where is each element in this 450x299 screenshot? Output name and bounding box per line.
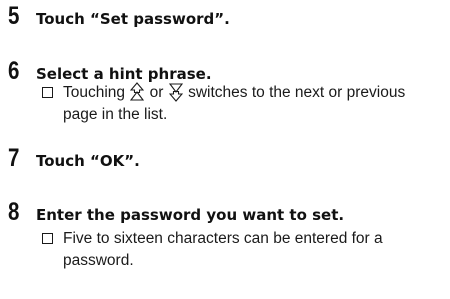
step-8-note: Five to sixteen characters can be entere…: [42, 228, 443, 272]
step-6-note: Touching or switches to the next or prev…: [42, 82, 443, 126]
step-number: 5: [8, 2, 20, 30]
page-up-icon: [130, 82, 145, 101]
note-text: Five to sixteen characters can be entere…: [63, 230, 383, 269]
step-5: 5 Touch “Set password”.: [8, 4, 230, 29]
checkbox-bullet-icon: [42, 87, 53, 98]
note-text: Touching or switches to the next or prev…: [63, 82, 406, 123]
step-number: 7: [8, 144, 20, 172]
step-title: Select a hint phrase.: [36, 65, 212, 83]
step-7: 7 Touch “OK”.: [8, 146, 140, 171]
step-6: 6 Select a hint phrase.: [8, 59, 212, 84]
checkbox-bullet-icon: [42, 233, 53, 244]
step-title: Touch “OK”.: [36, 152, 140, 170]
step-8: 8 Enter the password you want to set.: [8, 200, 344, 225]
page-down-icon: [168, 83, 183, 102]
step-number: 8: [8, 198, 20, 226]
step-title: Enter the password you want to set.: [36, 206, 345, 224]
step-title: Touch “Set password”.: [36, 10, 230, 28]
step-number: 6: [8, 57, 20, 85]
